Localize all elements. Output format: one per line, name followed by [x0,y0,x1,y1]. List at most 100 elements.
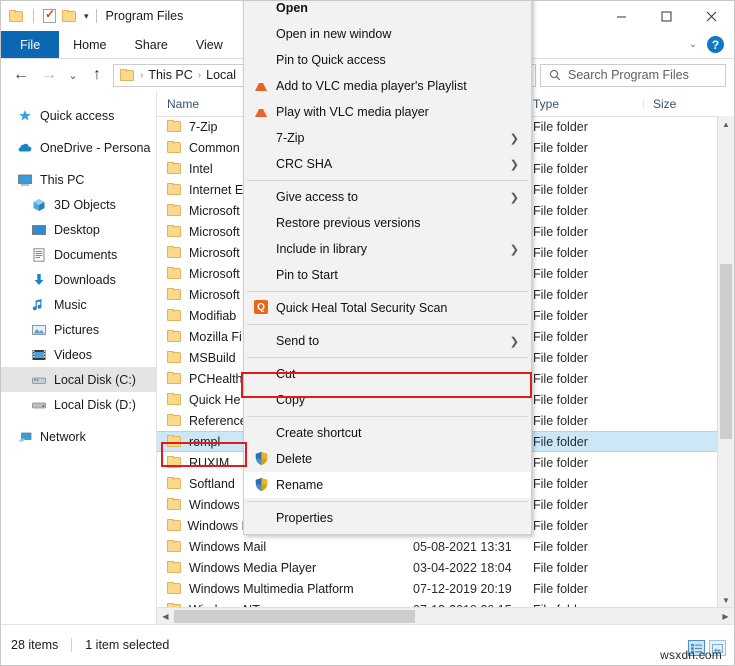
recent-locations-icon[interactable]: ⌄ [63,61,83,89]
menu-item-crc-sha[interactable]: CRC SHA ❯ [244,151,531,177]
chevron-right-icon: ❯ [509,191,519,204]
file-name-label: Microsoft [189,203,240,218]
menu-item-play-with-vlc-media-player[interactable]: Play with VLC media player [244,99,531,125]
help-icon[interactable]: ? [707,36,724,53]
watermark: wsxdn.com [660,648,722,662]
status-divider [71,638,73,652]
type-cell: File folder [533,182,588,197]
document-icon [31,247,47,263]
sidebar-item-label: Local Disk (C:) [54,372,136,387]
up-button[interactable]: ↑ [83,61,111,89]
file-name-label: Intel [189,161,213,176]
type-cell: File folder [533,308,588,323]
sidebar-item-quick-access[interactable]: Quick access [1,103,156,128]
horizontal-scroll-thumb[interactable] [174,610,415,623]
menu-item-quick-heal-total-security-scan[interactable]: Q Quick Heal Total Security Scan [244,295,531,321]
menu-item-cut[interactable]: Cut [244,361,531,387]
search-input[interactable]: Search Program Files [540,63,726,87]
forward-button[interactable]: → [35,61,63,89]
date-modified-cell: 03-04-2022 18:04 [413,560,512,575]
back-button[interactable]: ← [7,61,35,89]
title-divider [95,9,97,23]
menu-item-icon-placeholder [254,366,272,382]
breadcrumb-local-disk[interactable]: Local [206,68,236,82]
sidebar-item-local-disk-c[interactable]: Local Disk (C:) [1,367,156,392]
sidebar-item-music[interactable]: Music [1,292,156,317]
sidebar-item-3d-objects[interactable]: 3D Objects [1,192,156,217]
menu-item-pin-to-quick-access[interactable]: Pin to Quick access [244,47,531,73]
sidebar-item-onedrive[interactable]: OneDrive - Persona [1,135,156,160]
menu-item-give-access-to[interactable]: Give access to ❯ [244,184,531,210]
scroll-left-icon[interactable]: ◀ [157,612,174,621]
folder-icon [167,288,182,301]
scroll-right-icon[interactable]: ▶ [717,612,734,621]
quick-heal-icon: Q [254,300,272,316]
menu-item-open[interactable]: Open [244,1,531,21]
folder-icon [167,582,182,595]
column-header-type[interactable]: Type [523,97,643,111]
table-row[interactable]: Windows Multimedia Platform 07-12-2019 20… [157,578,734,599]
shield-icon [254,477,272,493]
menu-item-rename[interactable]: Rename [244,472,531,498]
menu-item-create-shortcut[interactable]: Create shortcut [244,420,531,446]
file-explorer-window: ▾ Program Files File Home Share View ⌄ ? [0,0,735,666]
close-button[interactable] [689,1,734,31]
menu-item-icon-placeholder [254,26,272,42]
new-folder-icon[interactable] [62,9,77,23]
minimize-button[interactable] [599,1,644,31]
menu-item-send-to[interactable]: Send to ❯ [244,328,531,354]
scroll-down-icon[interactable]: ▼ [718,592,734,608]
context-menu[interactable]: Open Open in new window Pin to Quick acces… [243,1,532,535]
window-controls [599,1,734,31]
scroll-up-icon[interactable]: ▲ [718,116,734,132]
vertical-scrollbar[interactable]: ▲ ▼ [717,116,734,608]
desktop-icon [31,222,47,238]
drive-icon [31,372,47,388]
menu-item-copy[interactable]: Copy [244,387,531,413]
sidebar-item-desktop[interactable]: Desktop [1,217,156,242]
table-row[interactable]: Windows Mail 05-08-2021 13:31 File folder [157,536,734,557]
sidebar-item-videos[interactable]: Videos [1,342,156,367]
tab-share[interactable]: Share [121,31,182,58]
breadcrumb-this-pc[interactable]: This PC [148,68,192,82]
menu-item-restore-previous-versions[interactable]: Restore previous versions [244,210,531,236]
sidebar-item-downloads[interactable]: Downloads [1,267,156,292]
menu-item-pin-to-start[interactable]: Pin to Start [244,262,531,288]
music-icon [31,297,47,313]
menu-item-icon-placeholder [254,425,272,441]
horizontal-scroll-track[interactable] [174,608,717,625]
menu-item-delete[interactable]: Delete [244,446,531,472]
sidebar-item-pictures[interactable]: Pictures [1,317,156,342]
tab-file[interactable]: File [1,31,60,58]
tab-view[interactable]: View [182,31,237,58]
sidebar-item-local-disk-d[interactable]: Local Disk (D:) [1,392,156,417]
column-header-size[interactable]: Size [643,97,693,111]
menu-item-properties[interactable]: Properties [244,505,531,531]
menu-item-open-in-new-window[interactable]: Open in new window [244,21,531,47]
expand-ribbon-icon[interactable]: ⌄ [689,39,697,50]
drive-icon [31,397,47,413]
vertical-scroll-thumb[interactable] [720,264,732,439]
table-row[interactable]: Windows Media Player 03-04-2022 18:04 File… [157,557,734,578]
menu-separator [247,501,528,502]
file-name-label: rempl [189,434,221,449]
chevron-down-icon[interactable]: ▾ [84,11,89,22]
quick-heal-logo-icon: Q [254,300,268,314]
properties-icon[interactable] [43,7,56,23]
sidebar-item-label: 3D Objects [54,197,116,212]
sidebar-item-documents[interactable]: Documents [1,242,156,267]
folder-icon [167,477,182,490]
menu-item-7-zip[interactable]: 7-Zip ❯ [244,125,531,151]
sidebar-item-network[interactable]: Network [1,424,156,449]
menu-item-add-to-vlc-media-player-s-playlist[interactable]: Add to VLC media player's Playlist [244,73,531,99]
horizontal-scrollbar[interactable]: ◀ ▶ [157,607,734,625]
folder-icon [167,456,182,469]
sidebar-item-this-pc[interactable]: This PC [1,167,156,192]
folder-icon[interactable] [9,9,24,23]
menu-item-include-in-library[interactable]: Include in library ❯ [244,236,531,262]
tab-home[interactable]: Home [59,31,120,58]
maximize-button[interactable] [644,1,689,31]
file-name-label: Internet E [189,182,244,197]
type-cell: File folder [533,560,588,575]
menu-item-icon-placeholder [254,510,272,526]
